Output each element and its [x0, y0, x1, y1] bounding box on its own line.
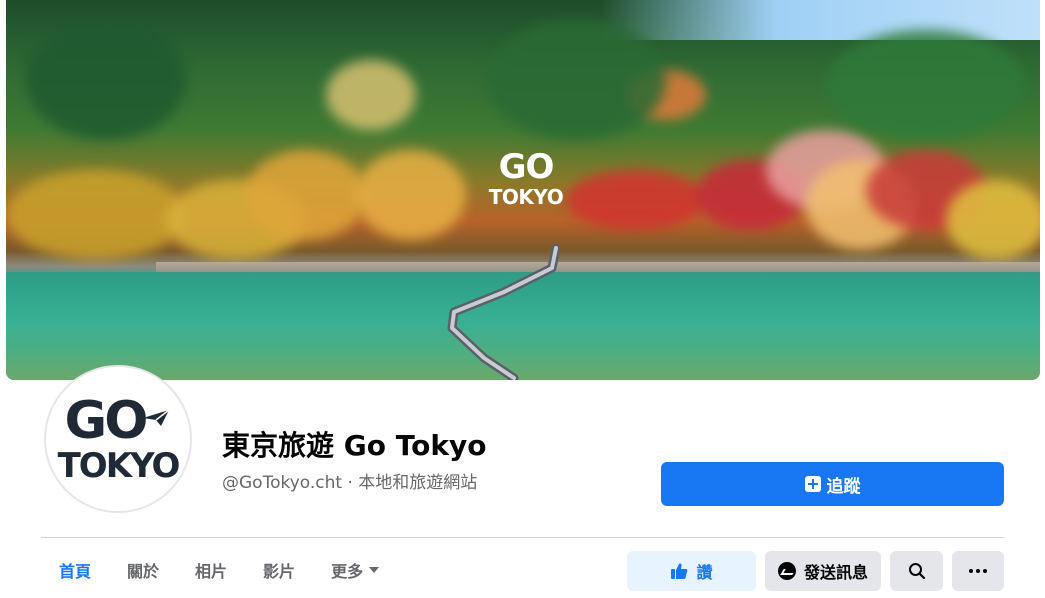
search-button[interactable] [890, 551, 943, 591]
avatar-go-text: GO [64, 391, 149, 451]
tab-videos[interactable]: 影片 [245, 548, 313, 592]
message-button-label: 發送訊息 [803, 563, 868, 582]
thumbs-up-icon [671, 563, 688, 579]
avatar-logo-tokyo: TOKYO [57, 446, 181, 486]
cover-logo-go: GO [498, 147, 555, 187]
profile-avatar[interactable]: GO TOKYO [44, 365, 192, 513]
tab-about-label: 關於 [127, 562, 160, 581]
page-tabs: 首頁 關於 相片 影片 更多 [41, 548, 397, 592]
tab-home-label: 首頁 [59, 562, 92, 581]
message-button[interactable]: 發送訊息 [765, 551, 881, 591]
tab-home[interactable]: 首頁 [41, 548, 109, 592]
follow-button[interactable]: 追蹤 [661, 462, 1004, 506]
follow-plus-icon [804, 476, 821, 492]
tab-about[interactable]: 關於 [109, 548, 177, 592]
tab-more-label: 更多 [331, 562, 364, 581]
page-subtitle: @GoTokyo.cht · 本地和旅遊網站 [222, 473, 478, 493]
caret-down-icon [369, 567, 380, 573]
page-title: 東京旅遊 Go Tokyo [222, 429, 487, 462]
tab-photos[interactable]: 相片 [177, 548, 245, 592]
cover-sky [600, 0, 1040, 40]
tab-more[interactable]: 更多 [313, 548, 397, 592]
follow-button-label: 追蹤 [826, 476, 861, 497]
search-icon [908, 563, 925, 580]
cover-photo[interactable]: GO TOKYO [6, 0, 1040, 380]
more-dots-icon [969, 569, 987, 573]
cover-brand-logo: GO TOKYO [484, 148, 568, 218]
avatar-logo-go: GO [65, 394, 172, 448]
like-button[interactable]: 讚 [627, 551, 756, 591]
header-divider [41, 537, 1004, 538]
more-options-button[interactable] [952, 551, 1004, 591]
messenger-icon [777, 562, 796, 580]
cover-logo-tokyo: TOKYO [488, 185, 564, 209]
paper-plane-icon [143, 409, 170, 426]
tab-videos-label: 影片 [263, 562, 296, 581]
like-button-label: 讚 [696, 563, 713, 582]
floating-bridge [447, 243, 561, 380]
tab-photos-label: 相片 [195, 562, 228, 581]
